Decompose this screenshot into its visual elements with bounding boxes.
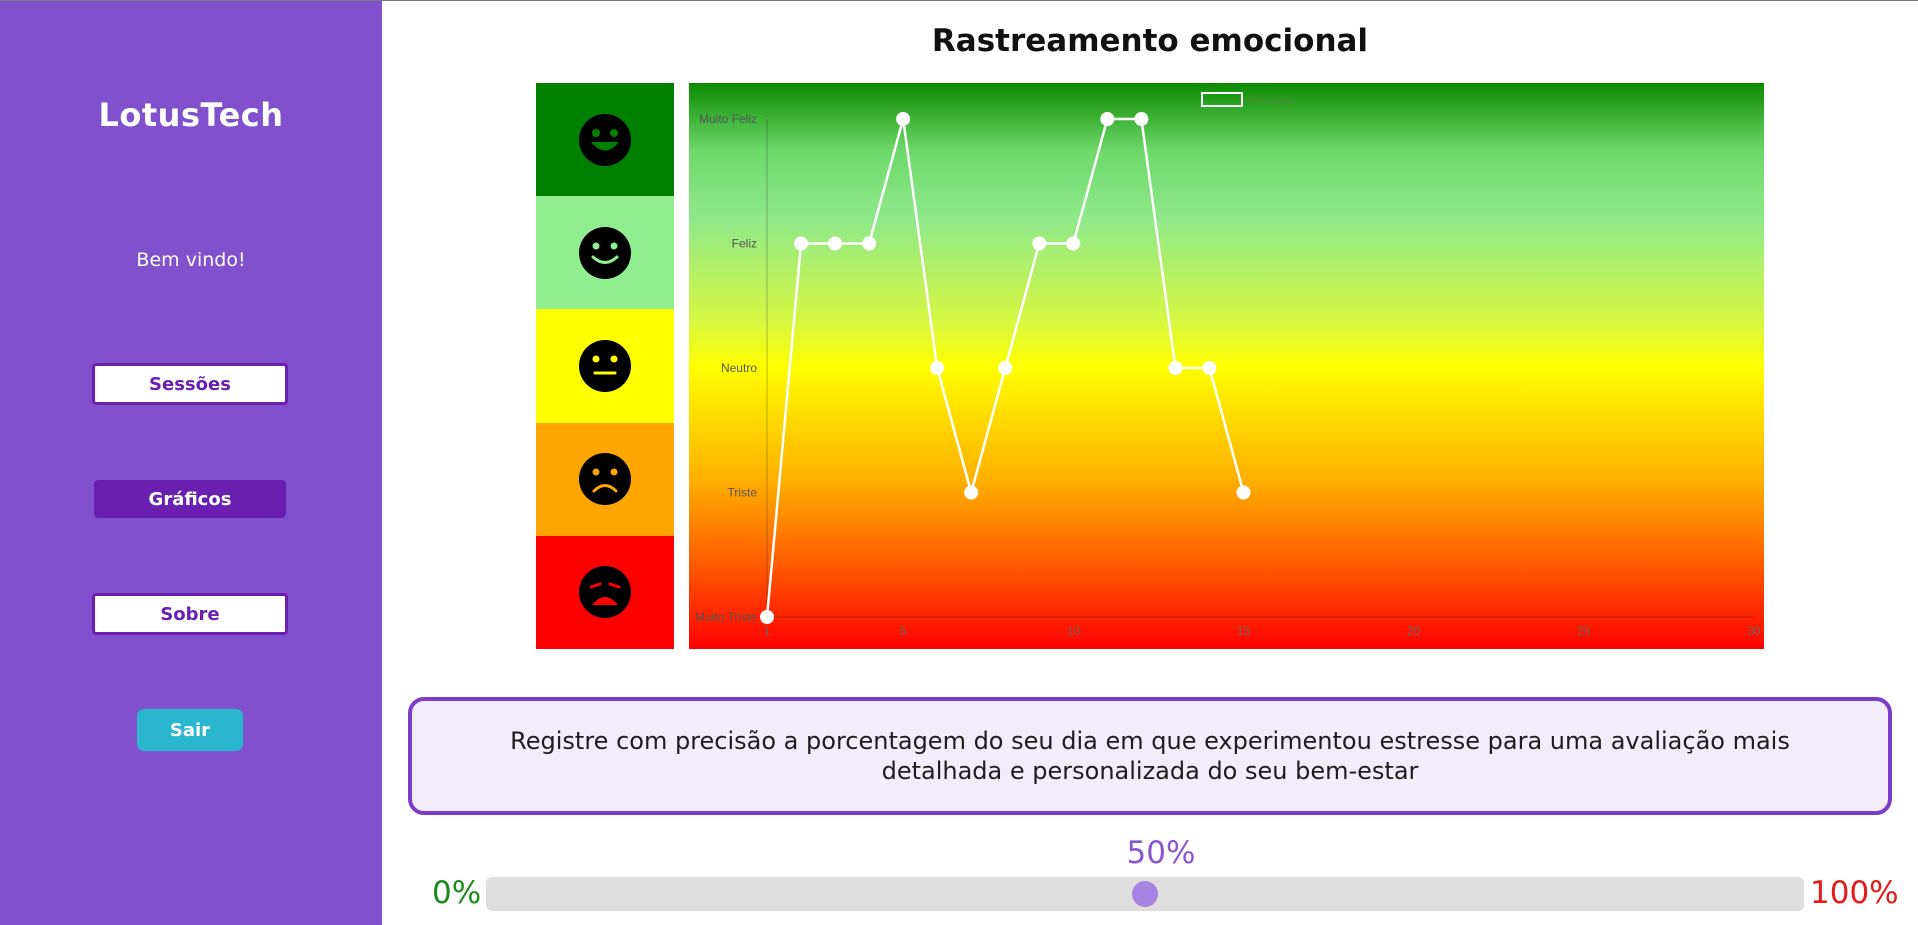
y-tick-label: Muito Feliz [699, 112, 757, 126]
data-point [794, 236, 809, 251]
emotion-row-very-sad [536, 535, 674, 649]
x-tick-label: 5 [900, 624, 907, 638]
data-point [1134, 112, 1149, 126]
y-tick-label: Neutro [721, 361, 757, 375]
data-point [760, 610, 774, 624]
emotion-row-sad [536, 422, 674, 536]
x-tick-label: 25 [1577, 624, 1591, 638]
x-tick-label: 30 [1747, 624, 1761, 638]
stress-min-label: 0% [432, 875, 482, 911]
happy-face-icon [579, 226, 631, 279]
legend-swatch [1201, 92, 1243, 107]
sidebar: LotusTech Bem vindo! Sessões Gráficos So… [0, 1, 382, 925]
stress-slider[interactable] [486, 877, 1804, 911]
data-point [1236, 485, 1251, 500]
y-tick-label: Muito Triste [695, 610, 757, 624]
neutral-face-icon [579, 339, 631, 392]
emotion-line-chart: Muito Triste Triste Neutro Feliz Muito Feliz… [695, 92, 1761, 638]
emotion-scale [536, 83, 674, 649]
data-point [1032, 236, 1047, 251]
x-tick-label: 1 [764, 624, 771, 638]
data-point [862, 236, 877, 251]
x-tick-label: 20 [1407, 624, 1421, 638]
data-point [1168, 361, 1183, 375]
very-sad-face-icon [579, 566, 631, 619]
nav-sessions-button[interactable]: Sessões [92, 363, 288, 405]
data-point [1066, 236, 1081, 251]
nav-about-button[interactable]: Sobre [92, 593, 288, 635]
stress-slider-thumb[interactable] [1132, 881, 1158, 907]
stress-info-text: Registre com precisão a porcentagem do s… [510, 727, 1790, 785]
data-point [930, 361, 945, 375]
data-point [998, 361, 1013, 375]
data-point [1100, 112, 1115, 126]
data-point [828, 236, 843, 251]
emotion-row-neutral [536, 309, 674, 423]
data-point [964, 485, 979, 500]
x-tick-label: 10 [1067, 624, 1081, 638]
stress-value-label: 50% [1126, 835, 1196, 871]
logout-button[interactable]: Sair [137, 709, 243, 751]
stress-max-label: 100% [1810, 875, 1899, 911]
stress-info-box: Registre com precisão a porcentagem do s… [408, 697, 1892, 815]
data-point [896, 112, 911, 126]
emotion-chart-area: Muito Triste Triste Neutro Feliz Muito Feliz… [689, 83, 1764, 649]
brand-logo: LotusTech [98, 96, 284, 134]
nav-charts-button[interactable]: Gráficos [94, 480, 286, 518]
page-title: Rastreamento emocional [931, 23, 1369, 59]
x-tick-label: 15 [1237, 624, 1251, 638]
legend-label: Emoção [1250, 93, 1294, 107]
sad-face-icon [579, 453, 631, 506]
welcome-text: Bem vindo! [136, 249, 246, 271]
emotion-row-happy [536, 196, 674, 310]
y-tick-label: Triste [727, 486, 757, 500]
emotion-row-very-happy [536, 83, 674, 197]
y-tick-label: Feliz [732, 237, 757, 251]
very-happy-face-icon [579, 113, 631, 166]
data-point [1202, 361, 1217, 375]
